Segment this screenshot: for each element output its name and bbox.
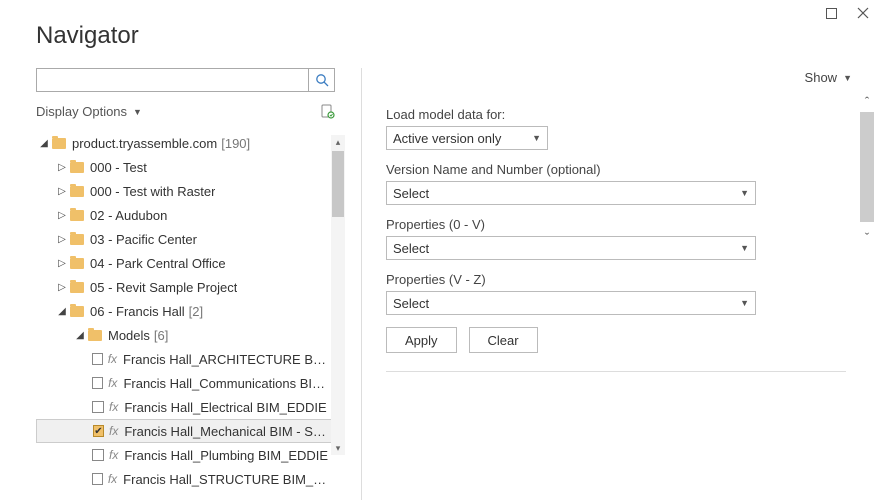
folder-icon [70,162,84,173]
page-title: Navigator [0,0,880,68]
prop2-label: Properties (V - Z) [386,272,756,287]
caret-right-icon[interactable]: ▷ [56,234,68,245]
prop1-label: Properties (0 - V) [386,217,756,232]
chevron-down-icon: ▼ [532,133,541,143]
show-label: Show [805,70,838,85]
scroll-up-icon[interactable]: ▴ [331,135,345,149]
tree-leaf[interactable]: fxFrancis Hall_Electrical BIM_EDDIE [36,395,345,419]
divider [386,371,846,372]
tree-item[interactable]: ▷000 - Test with Raster [36,179,345,203]
folder-icon [70,210,84,221]
load-select[interactable]: Active version only ▼ [386,126,548,150]
fx-icon: fx [108,376,117,390]
display-options-dropdown[interactable]: Display Options ▼ [36,104,142,119]
chevron-down-icon: ▼ [740,298,749,308]
folder-icon [52,138,66,149]
tree-leaf-selected[interactable]: ✔fxFrancis Hall_Mechanical BIM - SCHE... [36,419,345,443]
tree-item[interactable]: ▷000 - Test [36,155,345,179]
left-pane: Display Options ▼ ◢ product.tryassemble.… [0,68,345,500]
scroll-up-icon[interactable]: ˆ [858,92,876,110]
tree-item[interactable]: ▷04 - Park Central Office [36,251,345,275]
maximize-icon[interactable] [824,6,838,20]
scroll-down-icon[interactable]: ˇ [858,228,876,246]
tree-item-francis[interactable]: ◢06 - Francis Hall[2] [36,299,345,323]
version-select[interactable]: Select ▼ [386,181,756,205]
fx-icon: fx [109,448,118,462]
scroll-thumb[interactable] [332,151,344,217]
tree-leaf[interactable]: fxFrancis Hall_STRUCTURE BIM_ EDDIE [36,467,345,491]
apply-button[interactable]: Apply [386,327,457,353]
tree-item-models[interactable]: ◢Models[6] [36,323,345,347]
checkbox[interactable] [92,401,104,413]
caret-right-icon[interactable]: ▷ [56,162,68,173]
checkbox[interactable] [92,377,103,389]
checkbox[interactable] [92,473,103,485]
fx-icon: fx [109,400,118,414]
search-icon [315,73,329,87]
version-label: Version Name and Number (optional) [386,162,756,177]
tree-leaf[interactable]: fxFrancis Hall_Plumbing BIM_EDDIE [36,443,345,467]
close-icon[interactable] [856,6,870,20]
show-dropdown[interactable]: Show ▼ [805,70,852,85]
prop1-select[interactable]: Select ▼ [386,236,756,260]
tree-root[interactable]: ◢ product.tryassemble.com [190] [36,131,345,155]
right-scrollbar[interactable]: ˆ ˇ [858,68,876,328]
tree-view: ◢ product.tryassemble.com [190] ▷000 - T… [36,131,345,500]
caret-right-icon[interactable]: ▷ [56,210,68,221]
chevron-down-icon: ▼ [843,73,852,83]
chevron-down-icon: ▼ [740,188,749,198]
folder-icon [70,258,84,269]
fx-icon: fx [109,424,118,438]
search-button[interactable] [309,68,335,92]
caret-down-icon[interactable]: ◢ [74,330,86,341]
caret-right-icon[interactable]: ▷ [56,258,68,269]
load-label: Load model data for: [386,107,756,122]
checkbox-checked[interactable]: ✔ [93,425,104,437]
caret-down-icon[interactable]: ◢ [56,306,68,317]
scroll-down-icon[interactable]: ▾ [331,441,345,455]
tree-leaf[interactable]: fxFrancis Hall_Communications BIM_E... [36,371,345,395]
caret-right-icon[interactable]: ▷ [56,186,68,197]
chevron-down-icon: ▼ [133,107,142,117]
folder-icon [70,282,84,293]
folder-icon [70,234,84,245]
form-panel: Load model data for: Active version only… [386,107,756,353]
checkbox[interactable] [92,353,103,365]
caret-down-icon[interactable]: ◢ [38,138,50,149]
scroll-thumb[interactable] [860,112,874,222]
fx-icon: fx [108,352,117,366]
tree-leaf[interactable]: fxFrancis Hall_ARCHITECTURE BIM_20... [36,347,345,371]
tree-item[interactable]: ▷02 - Audubon [36,203,345,227]
folder-icon [88,330,102,341]
folder-icon [70,186,84,197]
search-input[interactable] [36,68,309,92]
clear-button[interactable]: Clear [469,327,538,353]
chevron-down-icon: ▼ [740,243,749,253]
fx-icon: fx [108,472,117,486]
folder-icon [70,306,84,317]
right-pane: Show ▼ Load model data for: Active versi… [362,68,880,500]
caret-right-icon[interactable]: ▷ [56,282,68,293]
prop2-select[interactable]: Select ▼ [386,291,756,315]
display-options-label: Display Options [36,104,127,119]
tree-item[interactable]: ▷03 - Pacific Center [36,227,345,251]
checkbox[interactable] [92,449,104,461]
tree-item[interactable]: ▷05 - Revit Sample Project [36,275,345,299]
refresh-icon[interactable] [320,104,335,119]
tree-scrollbar[interactable]: ▴ ▾ [331,135,345,455]
